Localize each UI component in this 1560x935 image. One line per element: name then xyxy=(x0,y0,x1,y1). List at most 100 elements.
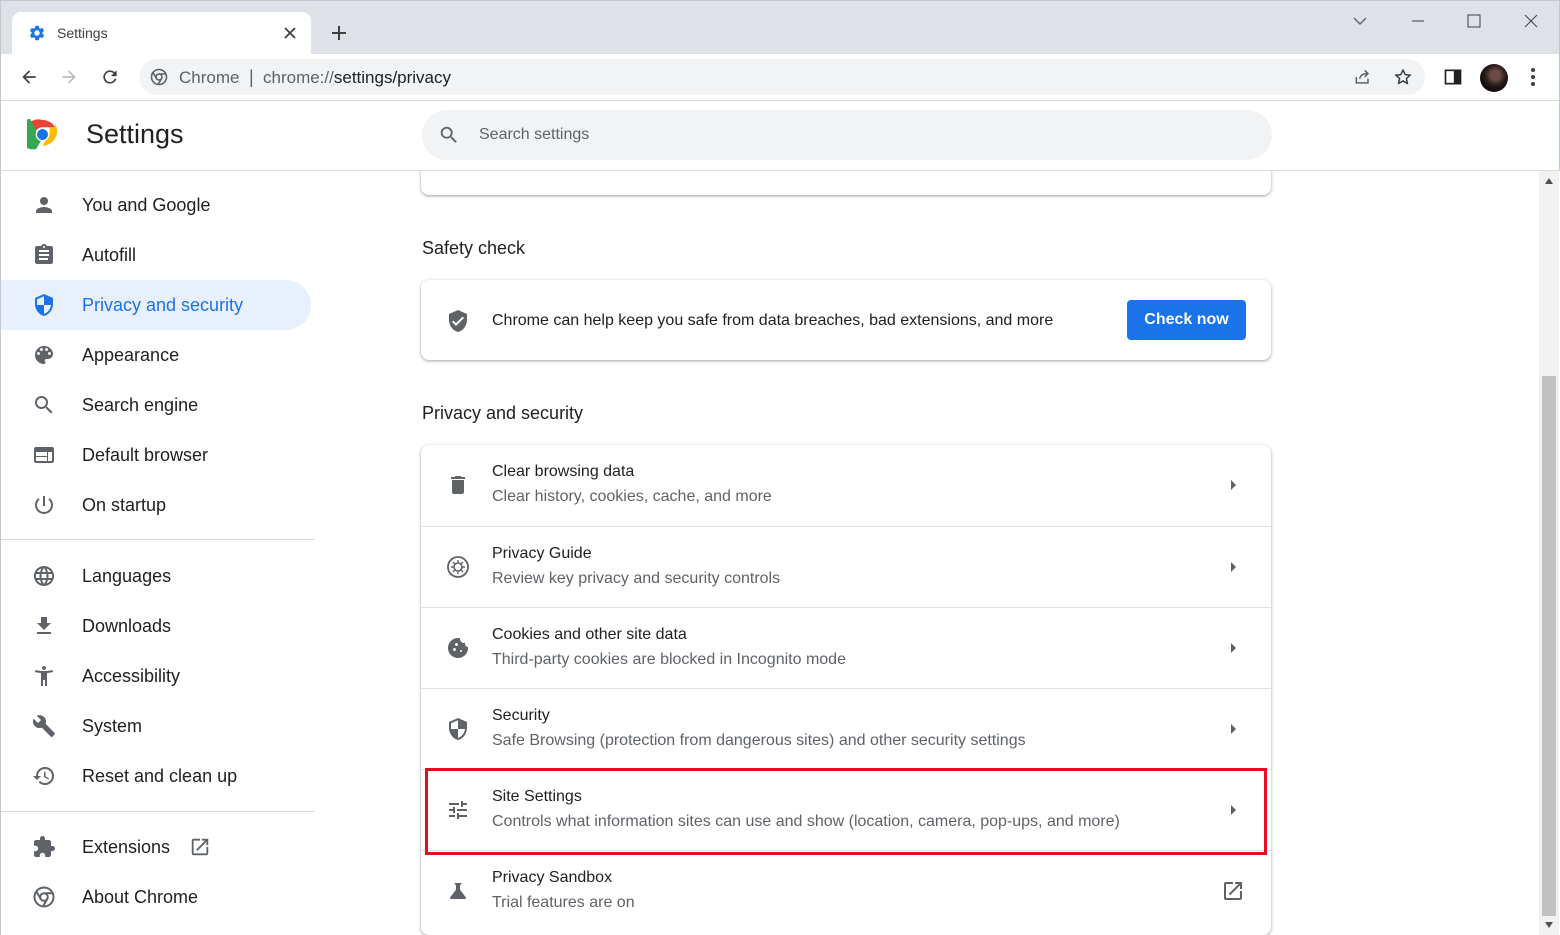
safety-check-title: Safety check xyxy=(422,238,526,258)
palette-icon xyxy=(32,343,56,367)
clipboard-icon xyxy=(32,243,56,267)
profile-avatar[interactable] xyxy=(1480,64,1508,92)
row-security[interactable]: Security Safe Browsing (protection from … xyxy=(421,688,1271,769)
search-icon xyxy=(32,393,56,417)
row-privacy-guide[interactable]: Privacy Guide Review key privacy and sec… xyxy=(421,526,1271,607)
bookmark-star-icon[interactable] xyxy=(1390,64,1416,90)
compass-icon xyxy=(446,555,470,579)
browser-window-icon xyxy=(32,443,56,467)
sidebar-item-reset-and-clean-up[interactable]: Reset and clean up xyxy=(1,751,311,801)
more-menu-icon[interactable] xyxy=(1520,64,1546,90)
sidebar-item-label: Downloads xyxy=(82,616,172,636)
scrollbar-thumb[interactable] xyxy=(1542,376,1556,916)
row-title: Cookies and other site data xyxy=(492,626,687,643)
share-icon[interactable] xyxy=(1350,64,1376,90)
tab-search-chevron-icon[interactable] xyxy=(1340,9,1380,33)
new-tab-icon[interactable] xyxy=(327,21,351,45)
safety-check-card: Chrome can help keep you safe from data … xyxy=(421,280,1271,360)
page-title: Settings xyxy=(86,119,184,149)
arrow-right-icon xyxy=(1223,638,1243,658)
tab-settings[interactable]: Settings xyxy=(12,12,311,55)
sidebar-item-appearance[interactable]: Appearance xyxy=(1,330,311,380)
open-in-new-icon xyxy=(1221,879,1245,903)
tab-strip: Settings xyxy=(0,0,1560,55)
sidebar-item-label: Search engine xyxy=(82,395,199,415)
page-scrollbar[interactable] xyxy=(1539,171,1559,935)
url-scheme: chrome:// xyxy=(263,68,334,87)
arrow-right-icon xyxy=(1223,719,1243,739)
sidebar-item-about-chrome[interactable]: About Chrome xyxy=(1,872,311,922)
url-text: chrome://settings/privacy xyxy=(263,68,451,88)
row-clear-browsing-data[interactable]: Clear browsing data Clear history, cooki… xyxy=(421,445,1271,526)
row-subtitle: Clear history, cookies, cache, and more xyxy=(492,488,772,505)
flask-icon xyxy=(446,879,470,903)
sidebar-item-languages[interactable]: Languages xyxy=(1,551,311,601)
forward-arrow-icon[interactable] xyxy=(56,64,82,90)
close-tab-icon[interactable] xyxy=(280,23,300,43)
scroll-up-arrow-icon[interactable] xyxy=(1544,177,1554,185)
cookie-icon xyxy=(446,636,470,660)
open-in-new-icon xyxy=(189,836,211,858)
sidebar-nav: You and Google Autofill Privacy and secu… xyxy=(0,171,330,935)
sidebar-item-label: Languages xyxy=(82,566,172,586)
maximize-icon[interactable] xyxy=(1454,9,1494,33)
main-content: Safety check Chrome can help keep you sa… xyxy=(331,171,1539,935)
close-window-icon[interactable] xyxy=(1511,9,1551,33)
row-title: Privacy Sandbox xyxy=(492,869,613,886)
shield-icon xyxy=(32,293,56,317)
sidebar-item-accessibility[interactable]: Accessibility xyxy=(1,651,311,701)
url-separator: | xyxy=(249,67,254,87)
arrow-right-icon xyxy=(1223,475,1243,495)
row-title: Privacy Guide xyxy=(492,545,592,562)
sidebar-item-label: Appearance xyxy=(82,345,180,365)
check-now-button[interactable]: Check now xyxy=(1127,300,1246,340)
reload-icon[interactable] xyxy=(97,64,123,90)
chrome-logo-icon xyxy=(27,119,58,150)
person-icon xyxy=(32,193,56,217)
url-path: settings/privacy xyxy=(333,68,452,87)
sidebar-item-label: Accessibility xyxy=(82,666,181,686)
search-input[interactable] xyxy=(479,123,1239,147)
globe-icon xyxy=(32,564,56,588)
row-site-settings[interactable]: Site Settings Controls what information … xyxy=(421,769,1271,850)
shield-check-icon xyxy=(446,309,470,333)
address-bar[interactable]: Chrome | chrome://settings/privacy xyxy=(139,59,1425,95)
trash-icon xyxy=(446,473,470,497)
row-subtitle: Safe Browsing (protection from dangerous… xyxy=(492,732,1026,749)
row-privacy-sandbox[interactable]: Privacy Sandbox Trial features are on xyxy=(421,850,1271,931)
settings-header: Settings xyxy=(0,101,1560,171)
sidebar-item-label: You and Google xyxy=(82,195,211,215)
side-panel-icon[interactable] xyxy=(1440,64,1466,90)
search-icon xyxy=(438,124,460,146)
tab-title: Settings xyxy=(57,25,108,41)
previous-card xyxy=(421,171,1271,195)
wrench-icon xyxy=(32,714,56,738)
sidebar-item-label: Reset and clean up xyxy=(82,766,238,786)
row-subtitle: Trial features are on xyxy=(492,894,635,911)
sidebar-item-autofill[interactable]: Autofill xyxy=(1,230,311,280)
download-icon xyxy=(32,614,56,638)
sidebar-item-default-browser[interactable]: Default browser xyxy=(1,430,311,480)
row-subtitle: Third-party cookies are blocked in Incog… xyxy=(492,651,846,668)
sidebar-item-label: Autofill xyxy=(82,245,137,265)
sidebar-item-search-engine[interactable]: Search engine xyxy=(1,380,311,430)
row-title: Clear browsing data xyxy=(492,463,635,480)
privacy-section-title: Privacy and security xyxy=(422,403,584,423)
arrow-right-icon xyxy=(1223,557,1243,577)
sidebar-item-extensions[interactable]: Extensions xyxy=(1,822,311,872)
minimize-icon[interactable] xyxy=(1398,9,1438,33)
sidebar-item-label: Default browser xyxy=(82,445,209,465)
back-arrow-icon[interactable] xyxy=(16,64,42,90)
row-subtitle: Controls what information sites can use … xyxy=(492,813,1120,830)
sidebar-item-downloads[interactable]: Downloads xyxy=(1,601,311,651)
row-cookies[interactable]: Cookies and other site data Third-party … xyxy=(421,607,1271,688)
search-settings-box[interactable] xyxy=(422,110,1272,160)
sidebar-item-you-and-google[interactable]: You and Google xyxy=(1,180,311,230)
sidebar-item-system[interactable]: System xyxy=(1,701,311,751)
sidebar-item-label: Privacy and security xyxy=(82,295,244,315)
sidebar-item-label: Extensions xyxy=(82,837,171,857)
sidebar-item-privacy-and-security[interactable]: Privacy and security xyxy=(1,280,311,330)
sidebar-item-on-startup[interactable]: On startup xyxy=(1,480,311,530)
shield-icon xyxy=(446,717,470,741)
scroll-down-arrow-icon[interactable] xyxy=(1544,921,1554,929)
